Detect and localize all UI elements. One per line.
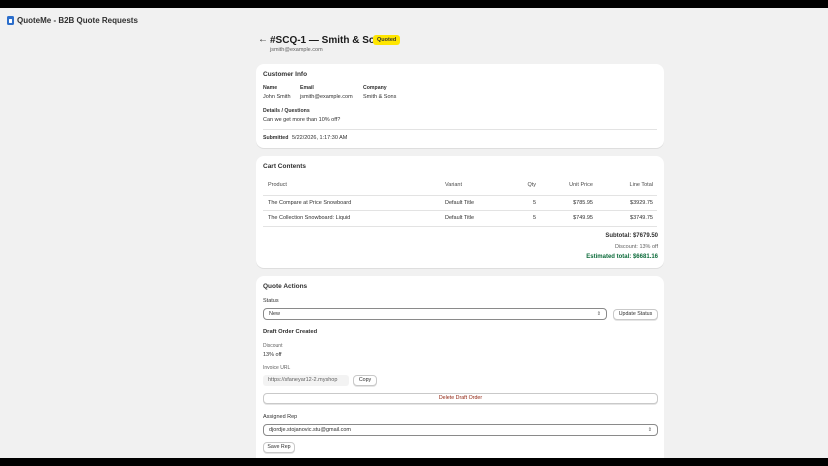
divider: [263, 129, 657, 130]
header-email: jsmith@example.com: [270, 47, 323, 53]
discount-value: 13% off: [263, 352, 282, 358]
customer-name: John Smith: [263, 94, 291, 100]
draft-order-created-label: Draft Order Created: [263, 329, 318, 335]
customer-company: Smith & Sons: [363, 94, 397, 100]
divider: [263, 226, 657, 227]
app-topbar: QuoteMe - B2B Quote Requests: [0, 8, 828, 32]
update-status-button[interactable]: Update Status: [613, 309, 658, 320]
column-header-line-total: Line Total: [629, 182, 653, 188]
details-label: Details / Questions: [263, 108, 310, 114]
chevron-updown-icon: ⇕: [596, 311, 601, 317]
back-arrow-icon[interactable]: ←: [258, 35, 268, 45]
page-header: ← #SCQ-1 — Smith & Sons Quoted jsmith@ex…: [256, 32, 664, 62]
assigned-rep-select[interactable]: djordje.stojanovic.stu@gmail.com ⇕: [263, 424, 658, 436]
submitted-label: Submitted: [263, 135, 289, 141]
status-label: Status: [263, 298, 279, 304]
cell-unit-price: $749.95: [573, 215, 593, 221]
cell-line-total: $3929.75: [630, 200, 653, 206]
save-rep-button[interactable]: Save Rep: [263, 442, 295, 453]
customer-email: jsmith@example.com: [300, 94, 353, 100]
cart-contents-card: Cart Contents Product Variant Qty Unit P…: [256, 156, 664, 268]
cell-qty: 5: [532, 200, 536, 206]
divider: [263, 195, 657, 196]
column-header-qty: Qty: [527, 182, 536, 188]
customer-info-card: Customer Info Name John Smith Email jsmi…: [256, 64, 664, 148]
column-header-unit-price: Unit Price: [569, 182, 593, 188]
assigned-rep-label: Assigned Rep: [263, 414, 298, 420]
copy-button[interactable]: Copy: [353, 375, 377, 386]
invoice-url-label: Invoice URL: [263, 365, 291, 371]
card-title: Quote Actions: [263, 283, 308, 290]
cell-qty: 5: [532, 215, 536, 221]
cell-product: The Collection Snowboard: Liquid: [268, 215, 351, 221]
invoice-url-field[interactable]: https://sfaneyar12-2.myshop: [263, 375, 349, 386]
estimated-total: Estimated total: $6681.16: [586, 254, 658, 260]
company-label: Company: [363, 85, 387, 91]
cell-line-total: $3749.75: [630, 215, 653, 221]
app-screen: QuoteMe - B2B Quote Requests ← #SCQ-1 — …: [0, 8, 828, 458]
quote-actions-card: Quote Actions Status New ⇕ Update Status…: [256, 276, 664, 458]
cell-product: The Compare at Price Snowboard: [268, 200, 352, 206]
status-select[interactable]: New ⇕: [263, 308, 607, 320]
cell-variant: Default Title: [445, 200, 475, 206]
card-title: Customer Info: [263, 71, 308, 78]
details-text: Can we get more than 10% off?: [263, 117, 341, 123]
assigned-rep-value: djordje.stojanovic.stu@gmail.com: [269, 427, 352, 433]
subtotal: Subtotal: $7679.50: [605, 233, 658, 239]
status-badge: Quoted: [373, 35, 401, 45]
page-title: #SCQ-1 — Smith & Sons: [270, 35, 387, 46]
app-title: QuoteMe - B2B Quote Requests: [17, 15, 138, 25]
card-title: Cart Contents: [263, 163, 306, 170]
delete-draft-order-button[interactable]: Delete Draft Order: [263, 393, 658, 404]
cell-unit-price: $785.95: [573, 200, 593, 206]
name-label: Name: [263, 85, 278, 91]
column-header-product: Product: [268, 182, 287, 188]
app-icon: [7, 15, 14, 25]
submitted-value: 5/22/2026, 1:17:30 AM: [292, 135, 348, 141]
column-header-variant: Variant: [445, 182, 463, 188]
chevron-updown-icon: ⇕: [647, 427, 652, 433]
cell-variant: Default Title: [445, 215, 475, 221]
email-label: Email: [300, 85, 314, 91]
divider: [263, 210, 657, 211]
discount-summary: Discount: 13% off: [614, 244, 658, 250]
discount-label: Discount: [263, 343, 283, 349]
status-select-value: New: [269, 311, 281, 317]
